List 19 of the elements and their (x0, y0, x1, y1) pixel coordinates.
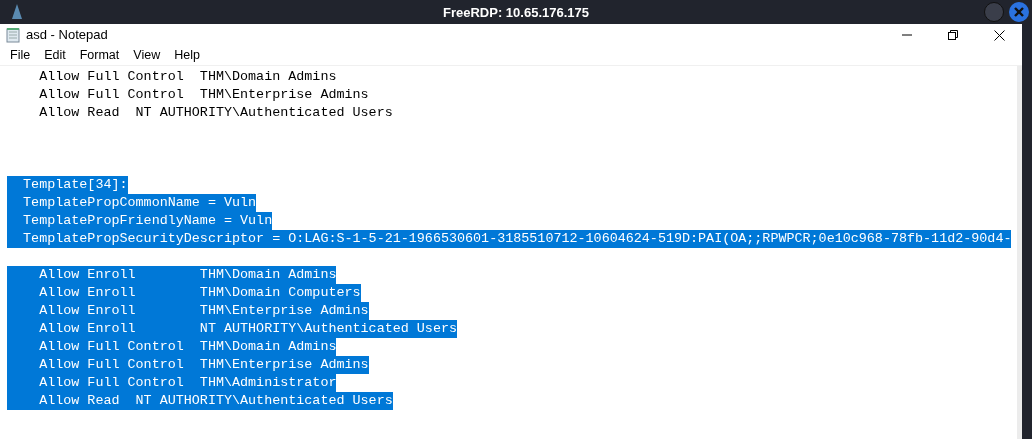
menu-item[interactable]: Help (167, 46, 207, 65)
close-button[interactable] (1009, 2, 1029, 22)
restore-icon (948, 30, 958, 40)
window-title: asd - Notepad (26, 26, 108, 45)
session-title: FreeRDP: 10.65.176.175 (443, 5, 589, 20)
menu-item[interactable]: File (3, 46, 38, 65)
scrollbar[interactable] (1017, 66, 1022, 439)
text-line: Allow Full Control THM\Domain Admins (38, 68, 337, 86)
menu-item[interactable]: Format (72, 46, 127, 65)
notepad-icon (6, 27, 20, 43)
text-line: Allow Full Control THM\Enterprise Admins (38, 86, 369, 104)
close-icon (1014, 7, 1024, 17)
app-logo-icon (10, 3, 24, 21)
menu-item[interactable]: Edit (37, 46, 73, 65)
minimize-button[interactable] (984, 2, 1004, 22)
text-line: Allow Read NT AUTHORITY\Authenticated Users (38, 104, 393, 122)
menu-item[interactable]: View (126, 46, 168, 65)
minimize-icon (902, 34, 912, 36)
close-icon (993, 29, 1005, 41)
